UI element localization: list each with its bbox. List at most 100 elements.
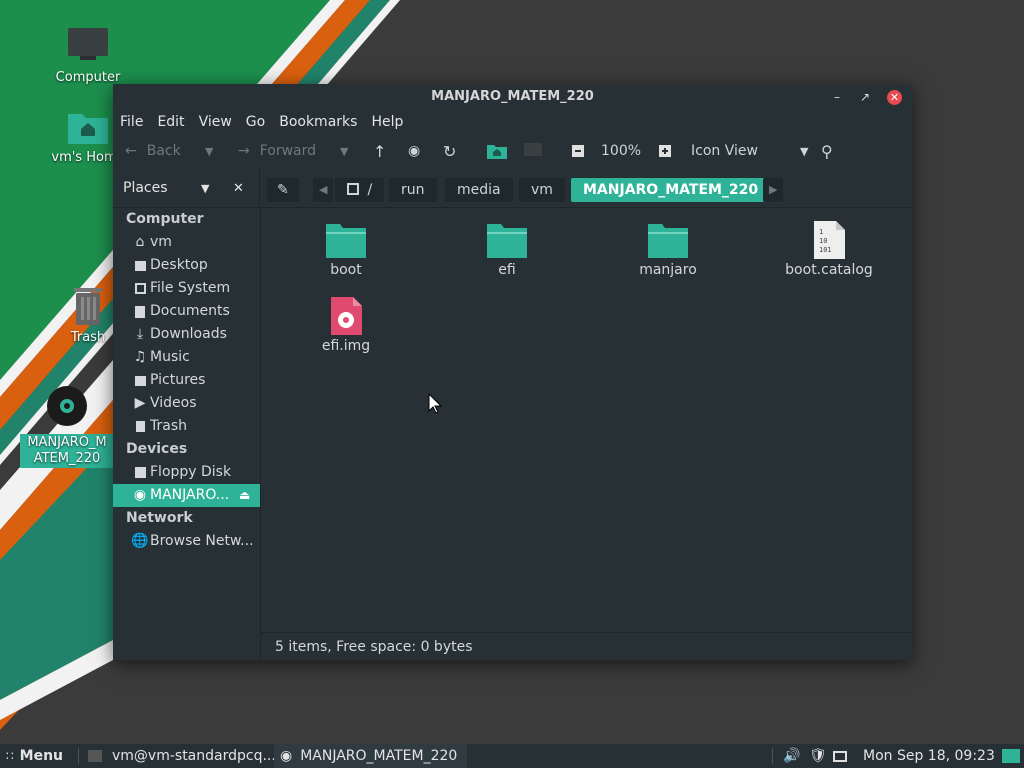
sidebar-item-trash[interactable]: Trash [113, 415, 260, 438]
sidebar-item-floppy[interactable]: Floppy Disk [113, 461, 260, 484]
menu-go[interactable]: Go [246, 114, 265, 130]
crumb-label: run [401, 182, 425, 198]
sidebar-item-manjaro[interactable]: ◉ MANJARO... ⏏ [113, 484, 260, 507]
view-mode-select[interactable]: Icon View ▼ [691, 134, 808, 168]
chevron-down-icon: ▼ [340, 144, 349, 158]
desktop-icon [134, 260, 146, 272]
task-label: vm@vm-standardpcq... [112, 748, 276, 764]
zoom-in-button[interactable] [659, 134, 671, 168]
stop-button[interactable]: ◉ [408, 134, 420, 168]
show-desktop-button[interactable] [1002, 744, 1020, 768]
sidebar-section-computer: Computer [126, 211, 204, 227]
status-bar: 5 items, Free space: 0 bytes [261, 632, 912, 660]
menu-bookmarks[interactable]: Bookmarks [279, 114, 357, 130]
maximize-button[interactable]: ↗ [856, 88, 874, 106]
close-button[interactable]: ✕ [887, 90, 902, 105]
zoom-out-button[interactable] [572, 134, 584, 168]
file-label: efi [498, 262, 516, 278]
close-sidebar-icon[interactable]: ✕ [233, 181, 244, 196]
stop-icon: ◉ [408, 143, 421, 159]
floppy-icon [134, 467, 146, 479]
crumb-scroll-left[interactable]: ◀ [313, 178, 334, 202]
home-button[interactable] [486, 134, 508, 168]
sidebar-selector[interactable]: Places ▼ ✕ [113, 168, 260, 208]
reload-button[interactable]: ↻ [443, 134, 456, 168]
menu-view[interactable]: View [199, 114, 232, 130]
chevron-down-icon: ▼ [201, 181, 210, 195]
up-button[interactable]: ↑ [373, 134, 386, 168]
sidebar-item-browse-network[interactable]: 🌐 Browse Netw... [113, 530, 260, 553]
menu-button[interactable]: ∷ Menu [6, 744, 63, 768]
trash-icon [74, 288, 102, 325]
taskbar-separator [772, 748, 773, 764]
eject-icon[interactable]: ⏏ [239, 484, 250, 507]
desktop-icon-computer[interactable]: Computer [38, 26, 138, 85]
drive-icon [347, 183, 359, 195]
crumb-label: media [457, 182, 501, 198]
svg-text:10: 10 [819, 237, 827, 245]
sidebar-item-filesystem[interactable]: File System [113, 277, 260, 300]
file-item-boot[interactable]: boot [291, 220, 401, 278]
pencil-icon: ✎ [277, 182, 289, 198]
back-button[interactable]: ← Back [125, 134, 181, 168]
folder-icon [648, 224, 688, 258]
file-item-efi-img[interactable]: efi.img [291, 296, 401, 354]
sidebar-item-label: Pictures [150, 372, 206, 388]
volume-applet[interactable]: 🔊 [783, 744, 800, 768]
file-view[interactable]: boot efi manjaro 1 10 101 boot.catalog efi… [261, 208, 912, 632]
computer-button[interactable] [523, 134, 543, 168]
edit-location-button[interactable]: ✎ [267, 178, 299, 202]
chevron-right-icon: ▶ [769, 183, 778, 196]
crumb-label: / [367, 182, 373, 198]
sidebar-item-vm[interactable]: ⌂ vm [113, 231, 260, 254]
sidebar-item-videos[interactable]: ▶ Videos [113, 392, 260, 415]
search-icon: ⚲ [821, 141, 833, 161]
menu-help[interactable]: Help [371, 114, 403, 130]
chevron-left-icon: ◀ [319, 183, 328, 196]
picture-icon [134, 375, 146, 387]
places-label: Places [123, 180, 168, 196]
crumb-run[interactable]: run [389, 178, 437, 202]
desktop-icon [1002, 749, 1020, 763]
task-file-manager[interactable]: ◉ MANJARO_MATEM_220 [274, 744, 468, 768]
crumb-vm[interactable]: vm [519, 178, 565, 202]
home-folder-icon [68, 114, 108, 144]
search-button[interactable]: ⚲ [821, 134, 833, 168]
crumb-current[interactable]: MANJARO_MATEM_220 [571, 178, 771, 202]
file-item-efi[interactable]: efi [452, 220, 562, 278]
arrow-left-icon: ← [125, 143, 137, 159]
task-terminal[interactable]: vm@vm-standardpcq... [88, 744, 276, 768]
title-bar[interactable]: MANJARO_MATEM_220 – ↗ ✕ [113, 84, 912, 110]
security-applet[interactable]: 🛡 [809, 744, 827, 768]
location-bar: Places ▼ ✕ ✎ ◀ / run media vm MANJARO_MA… [113, 168, 912, 208]
crumb-scroll-right[interactable]: ▶ [763, 178, 784, 202]
sidebar-item-desktop[interactable]: Desktop [113, 254, 260, 277]
clock[interactable]: Mon Sep 18, 09:23 [863, 744, 995, 768]
menu-edit[interactable]: Edit [157, 114, 184, 130]
disk-image-icon [331, 297, 362, 335]
file-item-manjaro[interactable]: manjaro [613, 220, 723, 278]
crumb-root[interactable]: / [335, 178, 385, 202]
forward-button[interactable]: → Forward [238, 134, 316, 168]
sidebar-item-label: File System [150, 280, 231, 296]
sidebar-item-music[interactable]: ♫ Music [113, 346, 260, 369]
back-history-dropdown[interactable]: ▼ [205, 134, 213, 168]
menu-file[interactable]: File [120, 114, 143, 130]
mouse-cursor-icon [428, 393, 442, 414]
keyboard-applet[interactable] [833, 744, 847, 768]
minimize-button[interactable]: – [828, 88, 846, 106]
sidebar-item-downloads[interactable]: ⤓ Downloads [113, 323, 260, 346]
chevron-down-icon: ▼ [799, 144, 809, 158]
sidebar-item-pictures[interactable]: Pictures [113, 369, 260, 392]
sidebar-item-documents[interactable]: Documents [113, 300, 260, 323]
optical-disc-icon [47, 386, 87, 426]
file-item-boot-catalog[interactable]: 1 10 101 boot.catalog [774, 220, 884, 278]
forward-history-dropdown[interactable]: ▼ [340, 134, 348, 168]
home-folder-icon [487, 145, 507, 159]
speaker-icon: 🔊 [783, 748, 801, 764]
file-manager-window: MANJARO_MATEM_220 – ↗ ✕ File Edit View G… [113, 84, 912, 660]
desktop-icon-manjaro-disc[interactable]: MANJARO_MATEM_220 [20, 386, 114, 472]
crumb-media[interactable]: media [445, 178, 513, 202]
places-sidebar: Computer ⌂ vm Desktop File System Documen… [113, 208, 261, 660]
video-icon: ▶ [134, 395, 146, 411]
